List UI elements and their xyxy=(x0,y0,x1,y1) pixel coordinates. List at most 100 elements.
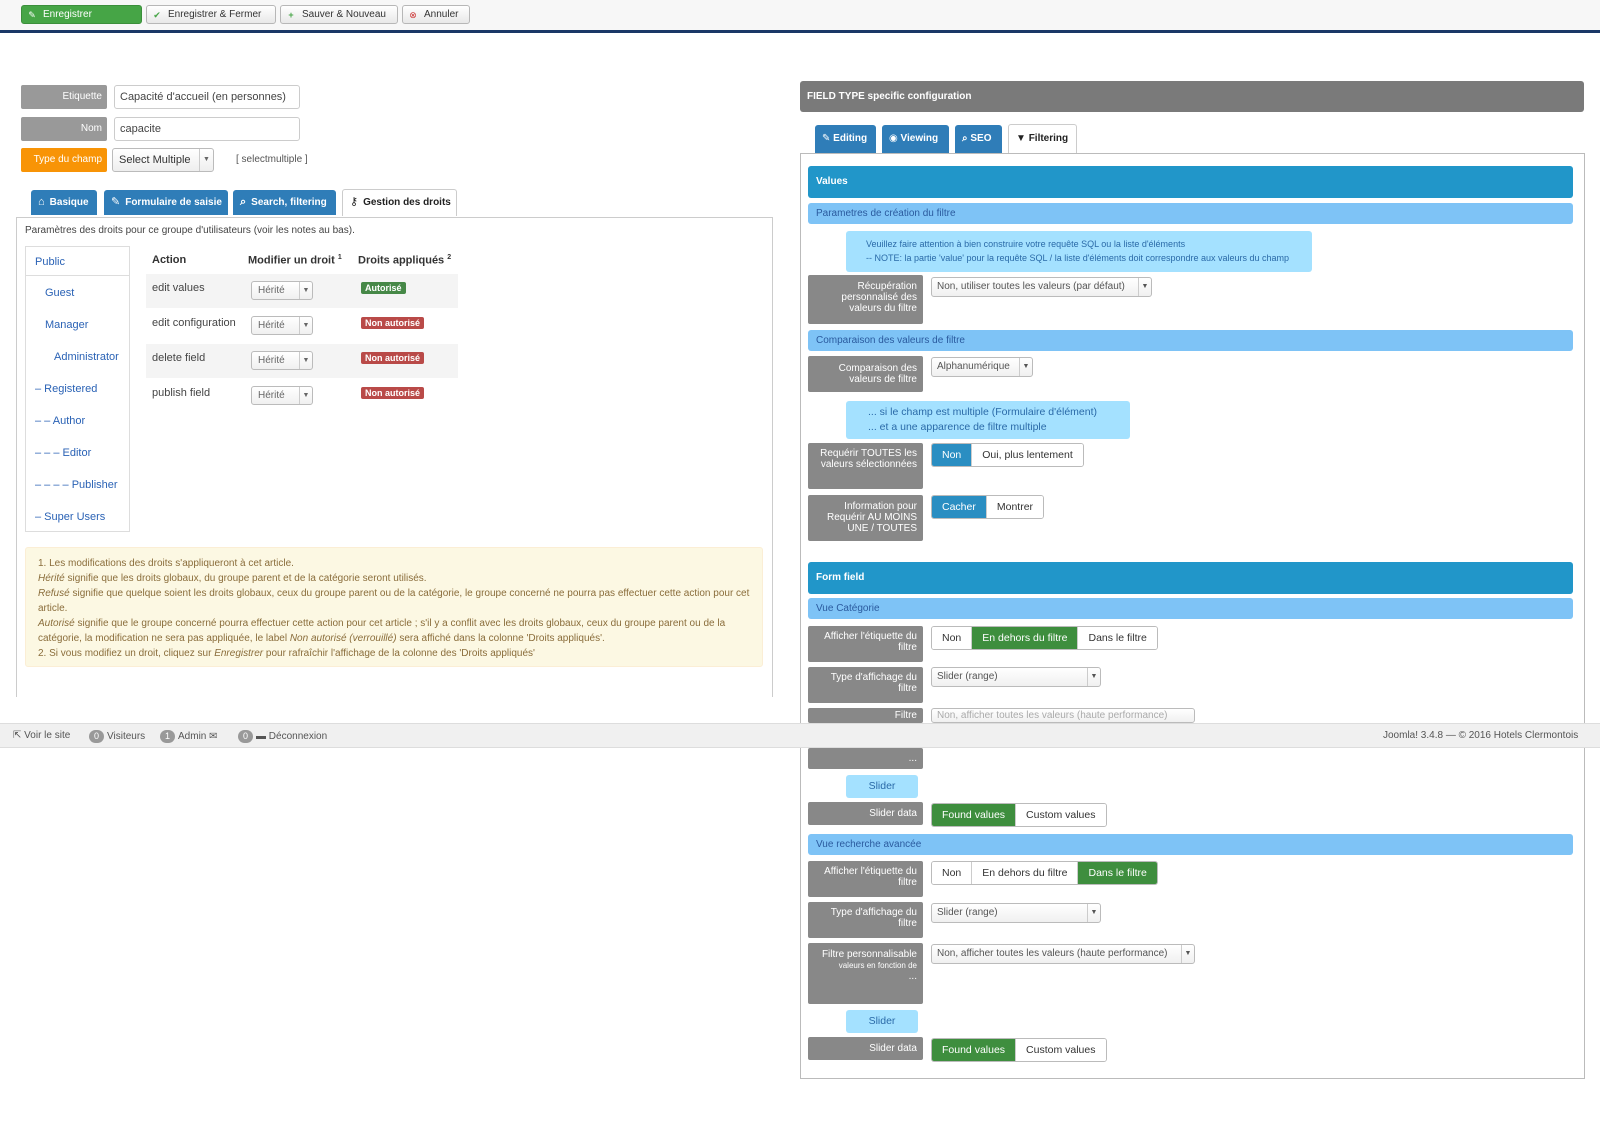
group-item-publisher[interactable]: – – – – Publisher xyxy=(35,479,118,491)
option-montrer[interactable]: Montrer xyxy=(986,496,1044,518)
option-custom-values[interactable]: Custom values xyxy=(1016,804,1106,826)
permission-select[interactable]: Hérité ▼ xyxy=(251,351,313,370)
option-dans[interactable]: Dans le filtre xyxy=(1078,627,1157,649)
option-found-values[interactable]: Found values xyxy=(932,804,1017,826)
label-show-label: Afficher l'étiquette du filtre xyxy=(808,626,923,662)
section-form-field: Form field xyxy=(808,562,1573,594)
permissions-intro: Paramètres des droits pour ce groupe d'u… xyxy=(25,225,355,236)
option-non[interactable]: Non xyxy=(932,862,973,884)
chevron-down-icon: ▼ xyxy=(1087,668,1100,686)
tab-gestion-droits[interactable]: ⚷ Gestion des droits xyxy=(342,189,457,216)
save-new-button[interactable]: + Sauver & Nouveau xyxy=(280,5,398,24)
plus-icon: + xyxy=(288,10,294,20)
check-icon: ✔ xyxy=(153,10,161,20)
field-type-hint: [ selectmultiple ] xyxy=(236,154,308,165)
edit-icon: ✎ xyxy=(822,133,834,144)
footer-copyright: Joomla! 3.4.8 — © 2016 Hotels Clermontoi… xyxy=(1383,730,1579,741)
visitors-count: 0 Visiteurs xyxy=(89,730,145,743)
tab-search-filtering[interactable]: ⌕ Search, filtering xyxy=(233,190,336,215)
header-applied: Droits appliqués 2 xyxy=(358,254,452,267)
table-row: delete field Hérité ▼ Non autorisé xyxy=(146,344,458,378)
option-non[interactable]: Non xyxy=(932,444,973,466)
section-values: Values xyxy=(808,166,1573,198)
subsection-compare: Comparaison des valeurs de filtre xyxy=(808,330,1573,351)
permission-select[interactable]: Hérité ▼ xyxy=(251,281,313,300)
slider-data-toggle[interactable]: Found values Custom values xyxy=(931,803,1107,827)
label-slider-data: Slider data xyxy=(808,802,923,825)
option-en-dehors[interactable]: En dehors du filtre xyxy=(972,862,1079,884)
permission-notes: 1. Les modifications des droits s'appliq… xyxy=(25,547,763,667)
home-icon: ⌂ xyxy=(38,196,45,208)
cancel-button[interactable]: ⊗ Annuler xyxy=(402,5,470,24)
view-site-link[interactable]: ⇱ Voir le site xyxy=(13,730,70,741)
group-item-administrator[interactable]: Administrator xyxy=(54,351,119,363)
chevron-down-icon: ▼ xyxy=(299,352,312,369)
status-badge: Autorisé xyxy=(361,282,406,294)
chevron-down-icon: ▼ xyxy=(299,387,312,404)
edit-icon: ✎ xyxy=(111,196,121,208)
label-info-at-least: Information pour Requérir AU MOINS UNE /… xyxy=(808,495,923,541)
label-show-label-2: Afficher l'étiquette du filtre xyxy=(808,861,923,897)
display-type-select[interactable]: Slider (range) ▼ xyxy=(931,667,1101,687)
option-dans[interactable]: Dans le filtre xyxy=(1078,862,1157,884)
info-multiple: ... si le champ est multiple (Formulaire… xyxy=(846,401,1130,439)
group-item-super-users[interactable]: – Super Users xyxy=(35,511,105,523)
tab-basique[interactable]: ⌂ Basique xyxy=(31,190,97,215)
label-slider-data-2: Slider data xyxy=(808,1037,923,1060)
tab-formulaire[interactable]: ✎ Formulaire de saisie xyxy=(104,190,228,215)
header-action: Action xyxy=(152,254,187,266)
display-type-select-2[interactable]: Slider (range) ▼ xyxy=(931,903,1101,923)
subsection-vue-recherche: Vue recherche avancée xyxy=(808,834,1573,855)
require-all-toggle[interactable]: Non Oui, plus lentement xyxy=(931,443,1084,467)
group-item-guest[interactable]: Guest xyxy=(45,287,74,299)
header-modify: Modifier un droit 1 xyxy=(248,254,342,267)
etiquette-input[interactable]: Capacité d'accueil (en personnes) xyxy=(114,85,300,109)
minus-icon: ▬ xyxy=(256,731,269,742)
slider-data-toggle-2[interactable]: Found values Custom values xyxy=(931,1038,1107,1062)
save-close-button[interactable]: ✔ Enregistrer & Fermer xyxy=(146,5,276,24)
filter-icon: ▼ xyxy=(1016,133,1029,144)
eye-icon: ◉ xyxy=(889,133,901,144)
chevron-down-icon: ▼ xyxy=(299,317,312,334)
show-label-toggle[interactable]: Non En dehors du filtre Dans le filtre xyxy=(931,626,1158,650)
label-filter-custom-partial: Filtre xyxy=(808,708,923,723)
show-label-toggle-2[interactable]: Non En dehors du filtre Dans le filtre xyxy=(931,861,1158,885)
nom-input[interactable]: capacite xyxy=(114,117,300,141)
tab-filtering[interactable]: ▼ Filtering xyxy=(1008,124,1077,154)
group-item-active[interactable]: Public xyxy=(25,246,130,276)
chevron-down-icon: ▼ xyxy=(1181,945,1194,963)
filter-custom-select-partial[interactable]: Non, afficher toutes les valeurs (haute … xyxy=(931,708,1195,723)
info-toggle[interactable]: Cacher Montrer xyxy=(931,495,1045,519)
tab-viewing[interactable]: ◉ Viewing xyxy=(882,125,949,153)
permission-select[interactable]: Hérité ▼ xyxy=(251,386,313,405)
logout-link[interactable]: 0 ▬ Déconnexion xyxy=(238,730,327,743)
chevron-down-icon: ▼ xyxy=(299,282,312,299)
permission-select[interactable]: Hérité ▼ xyxy=(251,316,313,335)
save-button[interactable]: ✎ Enregistrer xyxy=(21,5,142,24)
tab-editing[interactable]: ✎ Editing xyxy=(815,125,876,153)
label-filter-custom-cont: ... xyxy=(808,748,923,769)
option-en-dehors[interactable]: En dehors du filtre xyxy=(972,627,1079,649)
option-cacher[interactable]: Cacher xyxy=(932,496,987,518)
field-type-select[interactable]: Select Multiple ▼ xyxy=(112,148,214,172)
compare-select[interactable]: Alphanumérique ▼ xyxy=(931,357,1033,377)
option-oui-slow[interactable]: Oui, plus lentement xyxy=(972,444,1083,466)
label-display-type: Type d'affichage du filtre xyxy=(808,667,923,703)
option-custom-values[interactable]: Custom values xyxy=(1016,1039,1106,1061)
chevron-down-icon: ▼ xyxy=(1087,904,1100,922)
label-custom-fetch: Récupération personnalisé des valeurs du… xyxy=(808,275,923,324)
filter-custom-select[interactable]: Non, afficher toutes les valeurs (haute … xyxy=(931,944,1195,964)
group-item-registered[interactable]: – Registered xyxy=(35,383,97,395)
envelope-icon: ✉ xyxy=(209,731,218,742)
label-filter-custom: Filtre personnalisable valeurs en foncti… xyxy=(808,943,923,1004)
status-badge: Non autorisé xyxy=(361,317,425,329)
tab-seo[interactable]: ⌕ SEO xyxy=(955,125,1002,153)
chevron-down-icon: ▼ xyxy=(1138,278,1151,296)
group-item-editor[interactable]: – – – Editor xyxy=(35,447,91,459)
option-non[interactable]: Non xyxy=(932,627,973,649)
custom-fetch-select[interactable]: Non, utiliser toutes les valeurs (par dé… xyxy=(931,277,1152,297)
status-badge: Non autorisé xyxy=(361,387,425,399)
group-item-manager[interactable]: Manager xyxy=(45,319,88,331)
option-found-values[interactable]: Found values xyxy=(932,1039,1017,1061)
group-item-author[interactable]: – – Author xyxy=(35,415,85,427)
